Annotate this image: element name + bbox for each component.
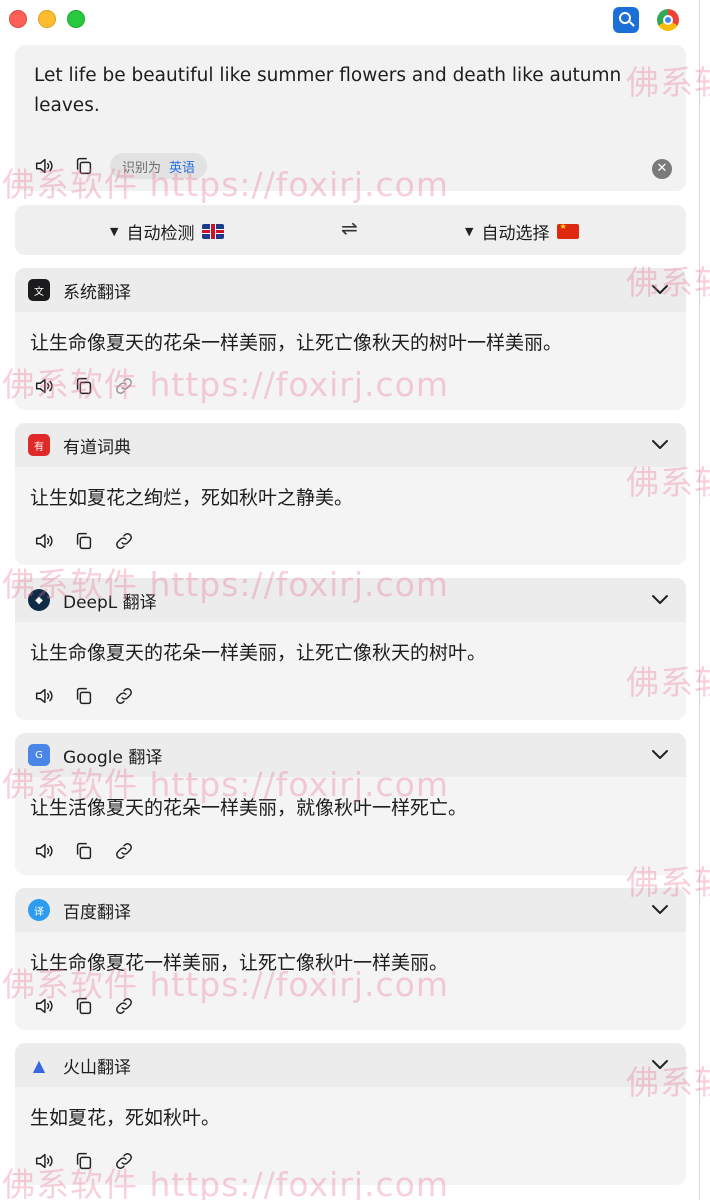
speaker-icon[interactable]	[32, 529, 56, 553]
chevron-down-icon[interactable]	[648, 587, 672, 611]
copy-icon[interactable]	[72, 529, 96, 553]
detected-language[interactable]: 英语	[169, 157, 195, 176]
minimize-window-button[interactable]	[38, 10, 56, 28]
service-name: DeepL 翻译	[63, 592, 157, 613]
youdao-icon: 有	[28, 434, 50, 456]
swap-languages-icon[interactable]: ⇌	[341, 216, 358, 240]
target-language-label: 自动选择	[481, 224, 550, 244]
source-language-label: 自动检测	[126, 224, 195, 244]
speaker-icon[interactable]	[32, 684, 56, 708]
uk-flag-icon	[202, 224, 225, 239]
service-name: Google 翻译	[63, 747, 163, 768]
result-card-header[interactable]: 译 百度翻译	[15, 888, 686, 932]
volcano-translate-icon: ▲	[32, 1055, 46, 1075]
link-icon[interactable]	[112, 839, 136, 863]
detected-language-badge: 识别为 英语	[110, 153, 208, 179]
source-text[interactable]: Let life be beautiful like summer flower…	[34, 61, 644, 121]
dropdown-caret-icon: ▼	[110, 225, 119, 238]
zoom-window-button[interactable]	[67, 10, 85, 28]
translator-window: Let life be beautiful like summer flower…	[0, 0, 700, 1200]
result-card-volcano: ▲ 火山翻译 生如夏花，死如秋叶。	[15, 1043, 686, 1185]
result-toolbar	[32, 374, 152, 398]
copy-icon[interactable]	[72, 839, 96, 863]
result-toolbar	[32, 839, 152, 863]
clear-input-button[interactable]: ✕	[652, 159, 672, 179]
source-language-selector[interactable]: ▼ 自动检测	[110, 219, 225, 244]
link-icon[interactable]	[112, 994, 136, 1018]
result-card-header[interactable]: ▲ 火山翻译	[15, 1043, 686, 1087]
speaker-icon[interactable]	[32, 374, 56, 398]
result-card-youdao: 有 有道词典 让生如夏花之绚烂，死如秋叶之静美。	[15, 423, 686, 565]
result-card-header[interactable]: ◆ DeepL 翻译	[15, 578, 686, 622]
chevron-down-icon[interactable]	[648, 897, 672, 921]
detected-prefix: 识别为	[122, 160, 162, 176]
translator-magnifier-icon[interactable]	[613, 7, 639, 33]
close-window-button[interactable]	[9, 10, 27, 28]
translation-text: 让生命像夏天的花朵一样美丽，让死亡像秋天的树叶。	[30, 642, 487, 664]
result-toolbar	[32, 994, 152, 1018]
result-card-google: G Google 翻译 让生活像夏天的花朵一样美丽，就像秋叶一样死亡。	[15, 733, 686, 875]
speaker-icon[interactable]	[32, 1149, 56, 1173]
result-card-header[interactable]: G Google 翻译	[15, 733, 686, 777]
source-input-card[interactable]: Let life be beautiful like summer flower…	[15, 45, 686, 191]
language-bar: ▼ 自动检测 ⇌ ▼ 自动选择	[15, 205, 686, 255]
speaker-icon[interactable]	[32, 994, 56, 1018]
translation-text: 让生命像夏花一样美丽，让死亡像秋叶一样美丽。	[30, 952, 449, 974]
link-icon[interactable]	[112, 529, 136, 553]
link-icon[interactable]	[112, 684, 136, 708]
system-translate-icon: 文	[28, 279, 50, 301]
chevron-down-icon[interactable]	[648, 432, 672, 456]
copy-icon[interactable]	[72, 1149, 96, 1173]
copy-icon[interactable]	[72, 994, 96, 1018]
deepl-icon: ◆	[28, 589, 50, 611]
chrome-icon[interactable]	[657, 9, 679, 31]
copy-icon[interactable]	[72, 154, 96, 178]
source-toolbar: 识别为 英语	[32, 153, 208, 179]
result-card-baidu: 译 百度翻译 让生命像夏花一样美丽，让死亡像秋叶一样美丽。	[15, 888, 686, 1030]
link-icon[interactable]	[112, 374, 136, 398]
copy-icon[interactable]	[72, 684, 96, 708]
result-card-header[interactable]: 有 有道词典	[15, 423, 686, 467]
result-card-deepl: ◆ DeepL 翻译 让生命像夏天的花朵一样美丽，让死亡像秋天的树叶。	[15, 578, 686, 720]
translation-text: 让生命像夏天的花朵一样美丽，让死亡像秋天的树叶一样美丽。	[30, 332, 563, 354]
result-toolbar	[32, 529, 152, 553]
titlebar	[0, 0, 700, 40]
china-flag-icon	[557, 224, 580, 239]
result-toolbar	[32, 1149, 152, 1173]
copy-icon[interactable]	[72, 374, 96, 398]
chevron-down-icon[interactable]	[648, 277, 672, 301]
target-language-selector[interactable]: ▼ 自动选择	[465, 219, 580, 244]
translation-text: 让生如夏花之绚烂，死如秋叶之静美。	[30, 487, 354, 509]
chevron-down-icon[interactable]	[648, 742, 672, 766]
service-name: 有道词典	[63, 437, 131, 458]
speaker-icon[interactable]	[32, 839, 56, 863]
baidu-translate-icon: 译	[28, 899, 50, 921]
chevron-down-icon[interactable]	[648, 1052, 672, 1076]
service-name: 火山翻译	[63, 1057, 131, 1078]
result-card-header[interactable]: 文 系统翻译	[15, 268, 686, 312]
service-name: 系统翻译	[63, 282, 131, 303]
google-translate-icon: G	[28, 744, 50, 766]
translation-text: 让生活像夏天的花朵一样美丽，就像秋叶一样死亡。	[30, 797, 468, 819]
translation-text: 生如夏花，死如秋叶。	[30, 1107, 221, 1129]
speaker-icon[interactable]	[32, 154, 56, 178]
dropdown-caret-icon: ▼	[465, 225, 474, 238]
result-toolbar	[32, 684, 152, 708]
link-icon[interactable]	[112, 1149, 136, 1173]
service-name: 百度翻译	[63, 902, 131, 923]
result-card-system: 文 系统翻译 让生命像夏天的花朵一样美丽，让死亡像秋天的树叶一样美丽。	[15, 268, 686, 410]
